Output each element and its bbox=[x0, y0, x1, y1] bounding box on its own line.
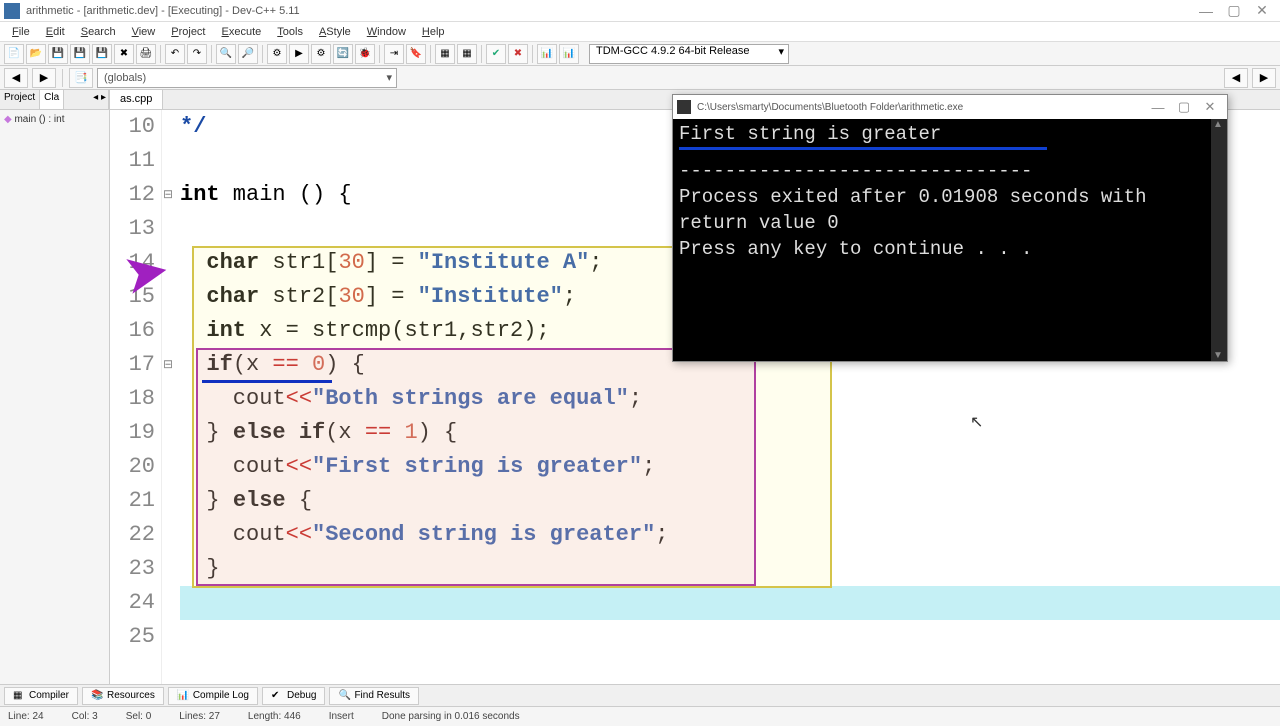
maximize-button[interactable]: ▢ bbox=[1220, 1, 1248, 21]
console-underline-annotation bbox=[679, 147, 1047, 150]
menu-search[interactable]: Search bbox=[73, 24, 124, 40]
line-numbers: 10111213141516171819202122232425 bbox=[110, 110, 162, 684]
status-bar: Line: 24 Col: 3 Sel: 0 Lines: 27 Length:… bbox=[0, 706, 1280, 726]
bookmark-icon[interactable]: 🔖 bbox=[406, 44, 426, 64]
tab-compilelog[interactable]: 📊Compile Log bbox=[168, 687, 258, 705]
underline-annotation bbox=[202, 380, 332, 383]
nav2-fwd-icon[interactable]: ▶ bbox=[1252, 68, 1276, 88]
window-titlebar: arithmetic - [arithmetic.dev] - [Executi… bbox=[0, 0, 1280, 22]
grid2-icon[interactable]: ▦ bbox=[457, 44, 477, 64]
side-panel: Project Cla ◂ ▸ main () : int bbox=[0, 90, 110, 684]
print-icon[interactable]: 🖨 bbox=[136, 44, 156, 64]
nav-back-icon[interactable]: ◀ bbox=[4, 68, 28, 88]
find-icon[interactable]: 🔍 bbox=[216, 44, 236, 64]
menu-file[interactable]: File bbox=[4, 24, 38, 40]
replace-icon[interactable]: 🔎 bbox=[238, 44, 258, 64]
undo-icon[interactable]: ↶ bbox=[165, 44, 185, 64]
bottom-tabs: ▦Compiler 📚Resources 📊Compile Log ✔Debug… bbox=[0, 684, 1280, 706]
compile-icon[interactable]: ⚙ bbox=[267, 44, 287, 64]
tab-classes[interactable]: Cla bbox=[40, 90, 64, 109]
cancel-icon[interactable]: ✖ bbox=[508, 44, 528, 64]
menu-window[interactable]: Window bbox=[359, 24, 414, 40]
rebuild-icon[interactable]: 🔄 bbox=[333, 44, 353, 64]
status-line: Line: 24 bbox=[8, 711, 44, 722]
menu-execute[interactable]: Execute bbox=[214, 24, 270, 40]
toolbar-secondary: ◀ ▶ 📑 (globals) ◀ ▶ bbox=[0, 66, 1280, 90]
status-col: Col: 3 bbox=[72, 711, 98, 722]
menu-edit[interactable]: Edit bbox=[38, 24, 73, 40]
status-length: Length: 446 bbox=[248, 711, 301, 722]
console-titlebar[interactable]: C:\Users\smarty\Documents\Bluetooth Fold… bbox=[673, 95, 1227, 119]
compile-run-icon[interactable]: ⚙ bbox=[311, 44, 331, 64]
new-file-icon[interactable]: 📄 bbox=[4, 44, 24, 64]
fold-gutter[interactable]: ⊟⊟ bbox=[162, 110, 174, 684]
editor-tab[interactable]: as.cpp bbox=[110, 90, 163, 109]
tab-debug[interactable]: ✔Debug bbox=[262, 687, 325, 705]
run-icon[interactable]: ▶ bbox=[289, 44, 309, 64]
bookmark-list-icon[interactable]: 📑 bbox=[69, 68, 93, 88]
tab-findresults[interactable]: 🔍Find Results bbox=[329, 687, 419, 705]
tab-compiler[interactable]: ▦Compiler bbox=[4, 687, 78, 705]
redo-icon[interactable]: ↷ bbox=[187, 44, 207, 64]
status-insert: Insert bbox=[329, 711, 354, 722]
chart-icon[interactable]: 📊 bbox=[537, 44, 557, 64]
console-minimize-button[interactable]: — bbox=[1145, 100, 1171, 115]
nav2-back-icon[interactable]: ◀ bbox=[1224, 68, 1248, 88]
console-title: C:\Users\smarty\Documents\Bluetooth Fold… bbox=[697, 102, 1145, 113]
menu-view[interactable]: View bbox=[124, 24, 164, 40]
menu-project[interactable]: Project bbox=[163, 24, 213, 40]
globals-dropdown[interactable]: (globals) bbox=[97, 68, 397, 88]
console-icon bbox=[677, 100, 691, 114]
minimize-button[interactable]: — bbox=[1192, 1, 1220, 21]
toolbar-main: 📄 📂 💾 💾 💾 ✖ 🖨 ↶ ↷ 🔍 🔎 ⚙ ▶ ⚙ 🔄 🐞 ⇥ 🔖 ▦ ▦ … bbox=[0, 42, 1280, 66]
console-maximize-button[interactable]: ▢ bbox=[1171, 99, 1197, 115]
debug-icon[interactable]: 🐞 bbox=[355, 44, 375, 64]
check-icon[interactable]: ✔ bbox=[486, 44, 506, 64]
status-sel: Sel: 0 bbox=[126, 711, 152, 722]
app-icon bbox=[4, 3, 20, 19]
grid-icon[interactable]: ▦ bbox=[435, 44, 455, 64]
console-close-button[interactable]: ✕ bbox=[1197, 99, 1223, 115]
class-item-main[interactable]: main () : int bbox=[4, 114, 105, 125]
menu-tools[interactable]: Tools bbox=[269, 24, 311, 40]
chart2-icon[interactable]: 📊 bbox=[559, 44, 579, 64]
window-title: arithmetic - [arithmetic.dev] - [Executi… bbox=[26, 5, 1192, 17]
nav-fwd-icon[interactable]: ▶ bbox=[32, 68, 56, 88]
save-icon[interactable]: 💾 bbox=[48, 44, 68, 64]
console-output: First string is greater ----------------… bbox=[673, 119, 1227, 361]
status-done: Done parsing in 0.016 seconds bbox=[382, 711, 520, 722]
tab-scroll-arrows[interactable]: ◂ ▸ bbox=[91, 90, 109, 109]
goto-icon[interactable]: ⇥ bbox=[384, 44, 404, 64]
close-button[interactable]: ✕ bbox=[1248, 1, 1276, 21]
tab-resources[interactable]: 📚Resources bbox=[82, 687, 164, 705]
open-icon[interactable]: 📂 bbox=[26, 44, 46, 64]
saveall-icon[interactable]: 💾 bbox=[70, 44, 90, 64]
mouse-cursor-icon: ↖ bbox=[970, 412, 983, 432]
menubar: File Edit Search View Project Execute To… bbox=[0, 22, 1280, 42]
close-file-icon[interactable]: ✖ bbox=[114, 44, 134, 64]
tab-project[interactable]: Project bbox=[0, 90, 40, 109]
menu-astyle[interactable]: AStyle bbox=[311, 24, 359, 40]
menu-help[interactable]: Help bbox=[414, 24, 453, 40]
console-scrollbar[interactable] bbox=[1211, 119, 1227, 361]
saveas-icon[interactable]: 💾 bbox=[92, 44, 112, 64]
console-window[interactable]: C:\Users\smarty\Documents\Bluetooth Fold… bbox=[672, 94, 1228, 362]
compiler-select[interactable]: TDM-GCC 4.9.2 64-bit Release bbox=[589, 44, 789, 64]
status-lines: Lines: 27 bbox=[179, 711, 220, 722]
